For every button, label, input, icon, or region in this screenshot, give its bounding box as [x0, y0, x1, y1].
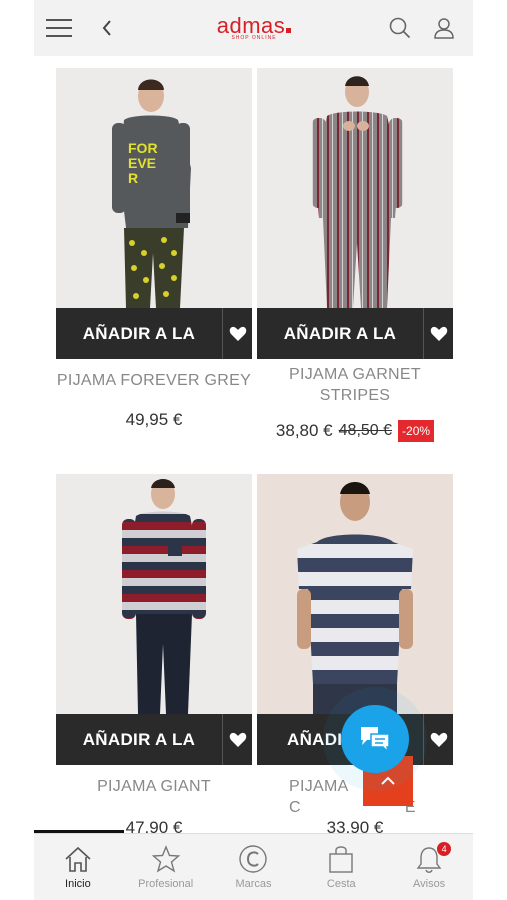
- product-price: 38,80 €: [275, 421, 333, 440]
- product-image[interactable]: [56, 474, 252, 714]
- product-price-row: 38,80 € 48,50 € -20%: [257, 420, 453, 442]
- tab-cesta[interactable]: Cesta: [297, 834, 385, 900]
- notification-count-badge: 4: [437, 842, 452, 856]
- product-image[interactable]: [257, 68, 453, 308]
- chevron-up-icon: [381, 776, 395, 785]
- svg-text:FOR: FOR: [128, 140, 158, 156]
- favorite-heart-icon[interactable]: [222, 714, 252, 765]
- tab-inicio[interactable]: Inicio: [34, 834, 122, 900]
- product-old-price: 48,50 €: [338, 422, 393, 439]
- user-icon[interactable]: [430, 14, 458, 42]
- tab-marcas[interactable]: Marcas: [210, 834, 298, 900]
- tab-avisos[interactable]: 4 Avisos: [385, 834, 473, 900]
- tab-label: Inicio: [65, 878, 91, 890]
- brand-logo[interactable]: admas SHOP ONLINE: [206, 15, 302, 45]
- tab-label: Profesional: [138, 878, 194, 890]
- svg-text:EVE: EVE: [128, 155, 156, 171]
- product-price-row: 49,95 €: [56, 410, 252, 430]
- shopping-bag-icon: [327, 842, 355, 876]
- tab-label: Cesta: [326, 878, 356, 890]
- product-action-bar: AÑADIR A LA: [56, 308, 252, 359]
- home-icon: [63, 842, 93, 876]
- product-name[interactable]: PIJAMA FOREVER GREY: [56, 370, 252, 391]
- add-to-cart-button[interactable]: AÑADIR A LA: [56, 714, 222, 765]
- product-name[interactable]: PIJAMA GARNET STRIPES: [257, 364, 453, 406]
- favorite-heart-icon[interactable]: [423, 714, 453, 765]
- product-image[interactable]: FOR EVE R: [56, 68, 252, 308]
- star-icon: [151, 842, 181, 876]
- svg-text:R: R: [128, 170, 138, 186]
- favorite-heart-icon[interactable]: [222, 308, 252, 359]
- favorite-heart-icon[interactable]: [423, 308, 453, 359]
- add-to-cart-button[interactable]: AÑADIR A LA: [56, 308, 222, 359]
- chat-button[interactable]: [341, 705, 409, 773]
- chat-bubbles-icon: [361, 727, 390, 754]
- tab-profesional[interactable]: Profesional: [122, 834, 210, 900]
- product-name-start: PIJAMA C: [289, 778, 348, 816]
- add-to-cart-button[interactable]: AÑADIR A LA: [257, 308, 423, 359]
- product-action-bar: AÑADIR A LA: [257, 308, 453, 359]
- product-action-bar: AÑADIR A LA: [56, 714, 252, 765]
- search-icon[interactable]: [386, 14, 414, 42]
- discount-badge: -20%: [398, 420, 435, 442]
- product-image[interactable]: [257, 474, 453, 714]
- product-name[interactable]: PIJAMA GIANT: [56, 776, 252, 797]
- copyright-icon: [238, 842, 268, 876]
- product-price: 49,95 €: [125, 410, 183, 429]
- product-name[interactable]: PIJAMA CE: [257, 776, 453, 818]
- bell-icon: 4: [415, 842, 452, 876]
- hamburger-menu-icon[interactable]: [45, 14, 73, 42]
- app-header: admas SHOP ONLINE: [34, 0, 473, 56]
- tab-label: Avisos: [412, 878, 446, 890]
- chevron-left-icon[interactable]: [93, 14, 121, 42]
- bottom-tab-bar: Inicio Profesional Marcas Cesta 4 Avisos: [34, 833, 473, 900]
- tab-label: Marcas: [235, 878, 272, 890]
